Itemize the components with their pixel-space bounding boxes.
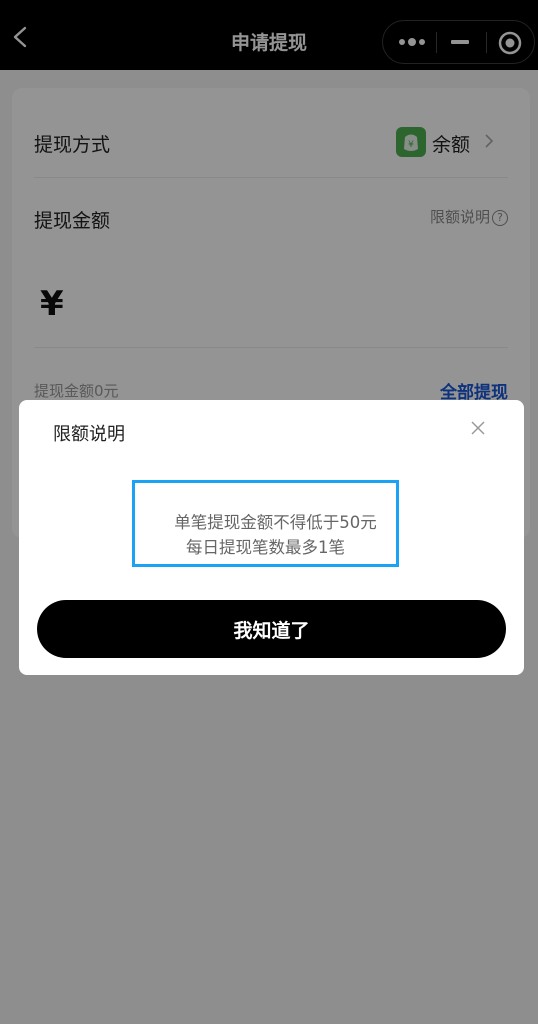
rules-highlight-box: 单笔提现金额不得低于50元 每日提现笔数最多1笔 [132,480,399,567]
confirm-button[interactable]: 我知道了 [37,600,506,658]
rule-line: 每日提现笔数最多1笔 [186,538,345,557]
rule-line: 单笔提现金额不得低于50元 [174,513,377,532]
limit-info-dialog: 限额说明 单笔提现金额不得低于50元 每日提现笔数最多1笔 我知道了 [19,400,524,675]
withdraw-page: 申请提现 提现方式 ¥ 余额 提现金额 限额说明 ? ¥ 提现金额0元 全部提现… [0,0,538,1024]
close-icon[interactable] [470,420,486,436]
dialog-title: 限额说明 [53,424,125,445]
